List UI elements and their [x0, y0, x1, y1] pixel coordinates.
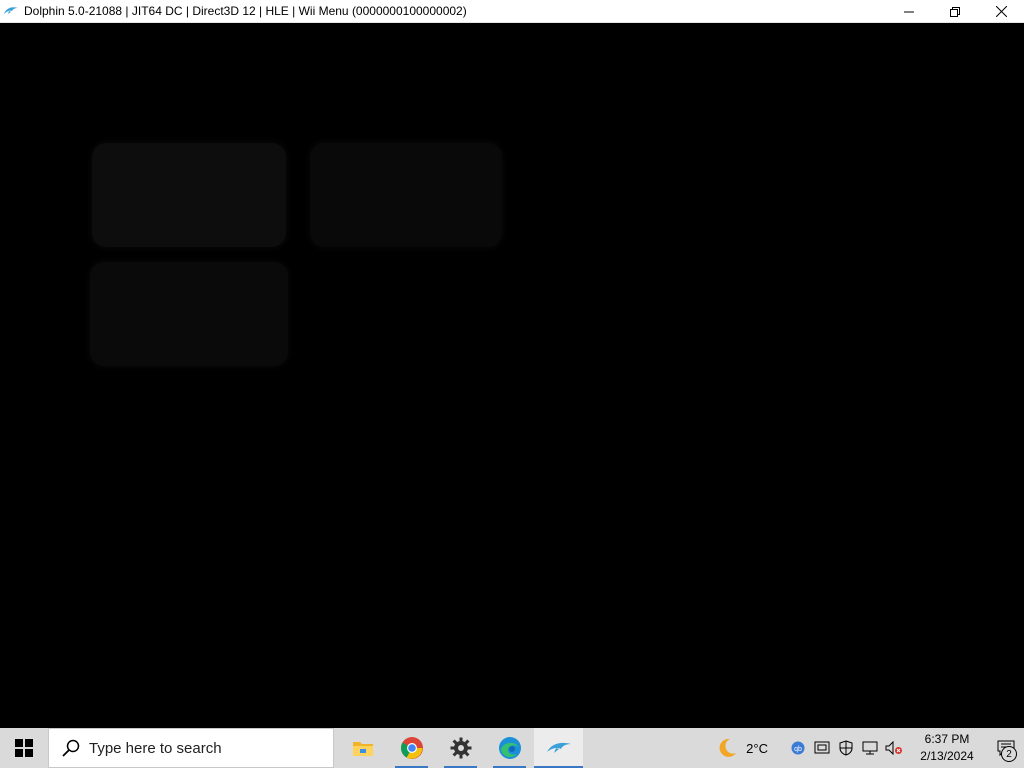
- start-button[interactable]: [0, 728, 48, 768]
- dolphin-taskbar-button[interactable]: [534, 728, 583, 768]
- weather-temp: 2°C: [746, 740, 768, 756]
- moon-icon: [719, 738, 737, 757]
- windows-icon: [15, 739, 33, 757]
- shield-icon: [839, 740, 853, 756]
- taskbar: Type here to search 2°C qb 6:37 PM 2/13/…: [0, 728, 1024, 768]
- network-icon[interactable]: [858, 728, 882, 768]
- notification-count: 2: [1001, 746, 1017, 762]
- dolphin-icon: [546, 742, 571, 753]
- channel-tile[interactable]: [310, 143, 502, 247]
- restore-icon: [950, 6, 960, 17]
- minimize-icon: [904, 11, 914, 12]
- edge-icon: [498, 737, 521, 759]
- chrome-button[interactable]: [387, 728, 436, 768]
- chrome-icon: [400, 737, 423, 759]
- tray-app-icon[interactable]: [810, 728, 834, 768]
- svg-text:qb: qb: [794, 746, 802, 753]
- channel-tile[interactable]: [90, 262, 288, 366]
- tray-app-icon[interactable]: qb: [786, 728, 810, 768]
- volume-muted-icon[interactable]: [882, 728, 906, 768]
- file-explorer-button[interactable]: [338, 728, 387, 768]
- close-button[interactable]: [978, 0, 1024, 23]
- clock-date: 2/13/2024: [920, 749, 974, 763]
- window-title-bar[interactable]: Dolphin 5.0-21088 | JIT64 DC | Direct3D …: [0, 0, 1024, 23]
- search-box[interactable]: Type here to search: [48, 728, 334, 768]
- file-explorer-icon: [352, 742, 373, 756]
- system-tray: 2°C qb 6:37 PM 2/13/2024 2: [716, 728, 1024, 768]
- restore-button[interactable]: [932, 0, 978, 23]
- clock-time: 6:37 PM: [924, 732, 970, 746]
- settings-gear-icon: [450, 737, 471, 759]
- qbittorrent-icon: qb: [791, 741, 805, 755]
- weather-widget[interactable]: 2°C: [716, 737, 768, 759]
- dolphin-icon: [2, 2, 20, 20]
- channel-tile[interactable]: [92, 143, 286, 247]
- settings-button[interactable]: [436, 728, 485, 768]
- close-icon: [995, 6, 1007, 17]
- display-settings-icon: [814, 741, 830, 754]
- search-icon: [53, 739, 89, 757]
- edge-button[interactable]: [485, 728, 534, 768]
- tray-app-icon[interactable]: [834, 728, 858, 768]
- window-title: Dolphin 5.0-21088 | JIT64 DC | Direct3D …: [24, 4, 467, 18]
- game-viewport[interactable]: [0, 23, 1024, 728]
- minimize-button[interactable]: [886, 0, 932, 23]
- search-placeholder: Type here to search: [89, 739, 222, 757]
- clock[interactable]: 6:37 PM 2/13/2024: [912, 731, 982, 765]
- notification-center-button[interactable]: 2: [988, 728, 1024, 768]
